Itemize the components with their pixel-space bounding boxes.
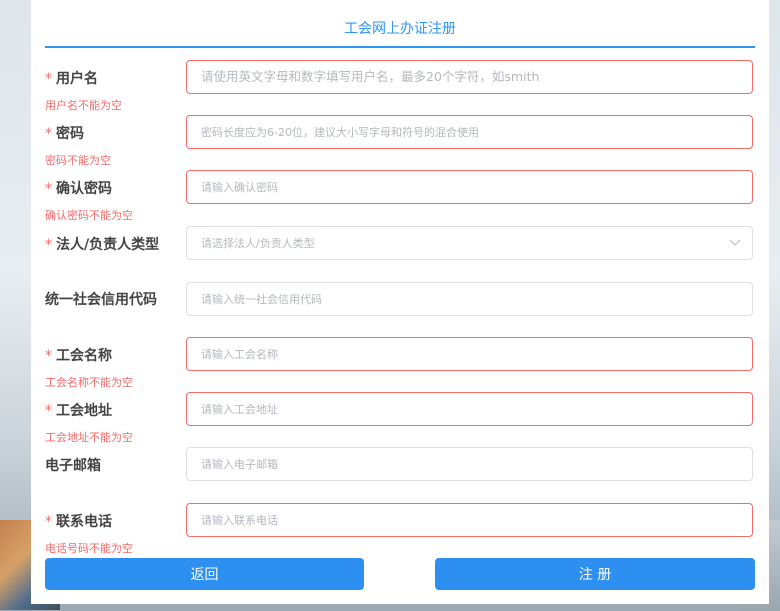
legal-type-label: * 法人/负责人类型 bbox=[45, 237, 160, 253]
form-title: 工会网上办证注册 bbox=[45, 0, 755, 48]
register-card: 工会网上办证注册 *用户名 用户名不能为空 *密码 密码不能为空 *确认密码 确… bbox=[31, 0, 769, 604]
username-label: * 用户名 bbox=[45, 71, 98, 87]
phone-field[interactable] bbox=[186, 503, 753, 537]
union-name-input[interactable] bbox=[187, 338, 721, 370]
chevron-down-icon[interactable] bbox=[728, 235, 742, 249]
credit-code-input[interactable] bbox=[187, 283, 721, 315]
username-input[interactable] bbox=[187, 61, 721, 93]
email-field[interactable] bbox=[186, 447, 753, 481]
legal-type-input[interactable] bbox=[187, 227, 721, 259]
username-error: 用户名不能为空 bbox=[45, 99, 122, 112]
password-error: 密码不能为空 bbox=[45, 154, 111, 167]
password-input[interactable] bbox=[187, 116, 721, 148]
legal-type-select[interactable] bbox=[186, 226, 753, 260]
confirm-password-error: 确认密码不能为空 bbox=[45, 209, 133, 222]
username-field[interactable] bbox=[186, 60, 753, 94]
phone-error: 电话号码不能为空 bbox=[45, 542, 133, 555]
union-address-label: * 工会地址 bbox=[45, 403, 112, 419]
phone-input[interactable] bbox=[187, 504, 721, 536]
union-name-field[interactable] bbox=[186, 337, 753, 371]
union-name-error: 工会名称不能为空 bbox=[45, 376, 133, 389]
register-button[interactable]: 注 册 bbox=[435, 558, 755, 590]
email-label: 电子邮箱 bbox=[45, 458, 101, 474]
phone-label: * 联系电话 bbox=[45, 514, 112, 530]
confirm-password-field[interactable] bbox=[186, 170, 753, 204]
password-field[interactable] bbox=[186, 115, 753, 149]
union-name-label: * 工会名称 bbox=[45, 348, 112, 364]
email-input[interactable] bbox=[187, 448, 721, 480]
union-address-field[interactable] bbox=[186, 392, 753, 426]
credit-code-field[interactable] bbox=[186, 282, 753, 316]
union-address-input[interactable] bbox=[187, 393, 721, 425]
back-button[interactable]: 返回 bbox=[45, 558, 364, 590]
confirm-password-label: * 确认密码 bbox=[45, 181, 112, 197]
union-address-error: 工会地址不能为空 bbox=[45, 431, 133, 444]
credit-code-label: 统一社会信用代码 bbox=[45, 292, 157, 308]
password-label: * 密码 bbox=[45, 126, 84, 142]
confirm-password-input[interactable] bbox=[187, 171, 721, 203]
